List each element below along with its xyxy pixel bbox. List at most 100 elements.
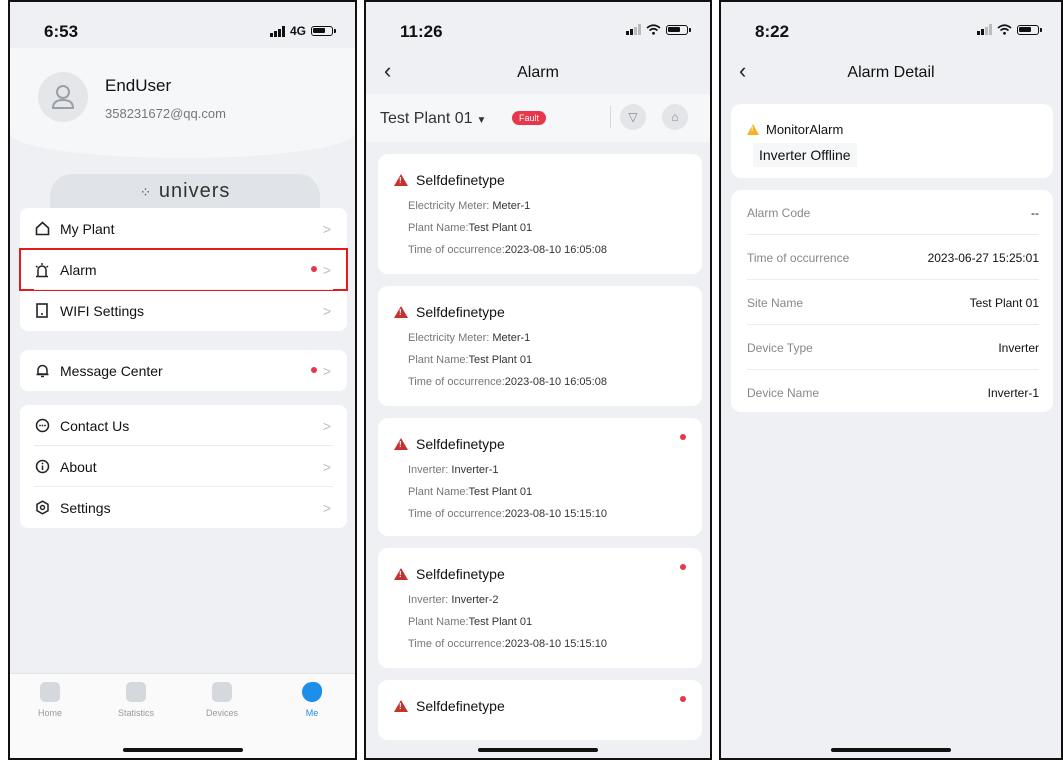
alarm-list-screen: 11:26 ‹ Alarm Test Plant 01▼ Fault ▽ ⌂ S… [364,0,712,760]
filter-bar: Test Plant 01 ▼ Fault ▽ ⌂ [366,94,710,142]
wifi-icon [646,24,661,35]
highlight-box [19,248,348,291]
tab-bar: Home Statistics Devices Me [10,673,355,758]
alarm-device: Inverter: Inverter-1 [408,464,499,476]
menu-card-main: My Plant > Alarm > WIFI Settings > [19,208,348,331]
home-indicator [122,748,243,752]
unread-dot [311,367,317,373]
wifi-device-icon [34,303,50,319]
menu-item-settings[interactable]: Settings > [20,487,347,528]
alarm-time: Time of occurrence:2023-08-10 16:05:08 [408,244,607,256]
avatar[interactable] [38,72,88,122]
info-icon [34,459,50,475]
user-icon [51,85,75,109]
tab-devices[interactable]: Devices [192,682,252,718]
detail-row-device-type: Device Type Inverter [747,325,1039,370]
network-type: 4G [289,24,306,38]
alarm-card[interactable]: Selfdefinetype [378,680,702,740]
tab-me[interactable]: Me [282,682,342,718]
warning-icon [394,174,408,186]
clear-button[interactable]: ⌂ [662,104,688,130]
alarm-plant: Plant Name:Test Plant 01 [408,354,533,366]
alarm-time: Time of occurrence:2023-08-10 15:15:10 [408,508,607,520]
wifi-icon [997,24,1012,35]
menu-item-message-center[interactable]: Message Center > [20,350,347,391]
warning-icon [747,124,759,135]
detail-row-alarm-code: Alarm Code -- [747,190,1039,235]
alarm-card[interactable]: Selfdefinetype Inverter: Inverter-2 Plan… [378,548,702,668]
menu-item-about[interactable]: About > [20,446,347,487]
nav-bar: ‹ Alarm Detail [721,52,1061,92]
menu-item-alarm[interactable]: Alarm > [19,248,348,291]
page-title: Alarm Detail [847,64,935,81]
filter-button[interactable]: ▽ [620,104,646,130]
tab-home[interactable]: Home [20,682,80,718]
alarm-title: Selfdefinetype [416,304,505,320]
alarm-title: Selfdefinetype [416,566,505,582]
detail-row-time: Time of occurrence 2023-06-27 15:25:01 [747,235,1039,280]
alarm-plant: Plant Name:Test Plant 01 [408,486,533,498]
alarm-card[interactable]: Selfdefinetype Inverter: Inverter-1 Plan… [378,418,702,536]
battery-icon [1017,24,1042,35]
alarm-description: Inverter Offline [753,143,857,167]
alarm-device: Inverter: Inverter-2 [408,594,499,606]
status-time: 6:53 [44,22,79,41]
caret-down-icon: ▼ [476,115,487,126]
filter-icon: ▽ [628,110,638,124]
tab-statistics[interactable]: Statistics [106,682,166,718]
alarm-detail-card: Alarm Code -- Time of occurrence 2023-06… [731,190,1053,412]
home-tab-icon [40,682,60,702]
unread-dot [680,696,686,702]
alarm-summary-card: MonitorAlarm Inverter Offline [731,104,1053,178]
status-bar: 8:22 [721,2,1061,48]
alarm-title: Selfdefinetype [416,698,505,714]
menu-card-messages: Message Center > [20,350,347,391]
status-icons [977,24,1042,35]
settings-icon [34,500,50,516]
menu-item-wifi-settings[interactable]: WIFI Settings > [20,290,347,331]
chevron-right-icon: > [322,363,331,379]
detail-row-device-name: Device Name Inverter-1 [747,386,1039,400]
alarm-detail-screen: 8:22 ‹ Alarm Detail MonitorAlarm Inverte… [719,0,1063,760]
alarm-title: Selfdefinetype [416,436,505,452]
bell-icon [34,363,50,379]
status-time: 11:26 [400,22,443,41]
nav-bar: ‹ Alarm [366,52,710,92]
home-icon [34,221,50,237]
alarm-time: Time of occurrence:2023-08-10 15:15:10 [408,638,607,650]
fault-badge: Fault [512,111,547,125]
alarm-device: Electricity Meter: Meter-1 [408,332,531,344]
alarm-card[interactable]: Selfdefinetype Electricity Meter: Meter-… [378,154,702,274]
plant-selector[interactable]: Test Plant 01 ▼ [380,110,486,128]
unread-dot [311,266,317,272]
chevron-right-icon: > [322,262,331,278]
detail-row-site-name: Site Name Test Plant 01 [747,280,1039,325]
chevron-right-icon: > [322,303,331,319]
battery-icon [666,24,691,35]
user-email: 358231672@qq.com [105,106,226,121]
signal-icon [626,24,641,35]
alarm-device: Electricity Meter: Meter-1 [408,200,531,212]
status-icons: 4G [269,24,336,38]
status-bar: 6:53 4G [10,2,355,48]
alarm-card[interactable]: Selfdefinetype Electricity Meter: Meter-… [378,286,702,406]
alarm-plant: Plant Name:Test Plant 01 [408,222,533,234]
chevron-right-icon: > [322,500,331,516]
chevron-right-icon: > [322,418,331,434]
menu-card-support: Contact Us > About > Settings > [20,405,347,528]
devices-tab-icon [212,682,232,702]
status-time: 8:22 [755,22,790,41]
me-tab-icon [302,682,322,702]
alarm-plant: Plant Name:Test Plant 01 [408,616,533,628]
menu-item-contact-us[interactable]: Contact Us > [20,405,347,446]
chevron-right-icon: > [322,221,331,237]
chevron-right-icon: > [322,459,331,475]
alarm-title: Selfdefinetype [416,172,505,188]
divider [610,106,611,128]
battery-icon [311,26,336,36]
alarm-name: MonitorAlarm [766,122,844,137]
warning-icon [394,438,408,450]
menu-item-my-plant[interactable]: My Plant > [20,208,347,249]
user-name: EndUser [105,76,172,95]
warning-icon [394,306,408,318]
